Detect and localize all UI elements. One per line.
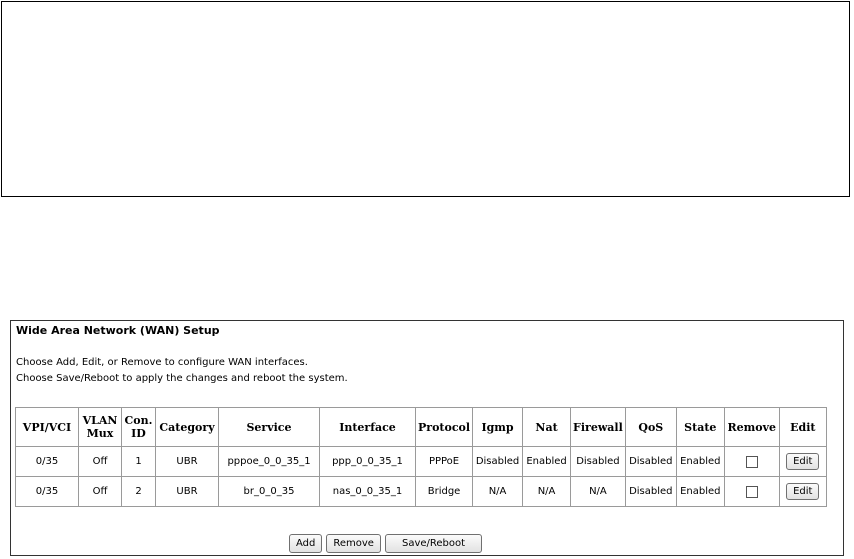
cell-service: br_0_0_35	[218, 476, 320, 507]
header-edit: Edit	[778, 407, 827, 447]
cell-vlan-mux: Off	[78, 446, 122, 477]
header-service: Service	[218, 407, 320, 447]
header-interface: Interface	[319, 407, 416, 447]
save-reboot-button[interactable]: Save/Reboot	[384, 534, 483, 553]
cell-interface: nas_0_0_35_1	[319, 476, 416, 507]
header-qos: QoS	[624, 407, 677, 447]
cell-con-id: 2	[121, 476, 156, 507]
cell-firewall: Disabled	[570, 446, 626, 477]
cell-category: UBR	[155, 476, 219, 507]
cell-state: Enabled	[675, 476, 725, 507]
cell-remove	[723, 476, 780, 507]
cell-edit: Edit	[778, 446, 827, 477]
instructions-line-2: Choose Save/Reboot to apply the changes …	[16, 373, 348, 384]
wan-setup-panel: Wide Area Network (WAN) Setup Choose Add…	[10, 320, 844, 556]
cell-service: pppoe_0_0_35_1	[218, 446, 320, 477]
cell-qos: Disabled	[624, 476, 677, 507]
cell-vpi-vci: 0/35	[15, 446, 79, 477]
table-row: 0/35 Off 2 UBR br_0_0_35 nas_0_0_35_1 Br…	[15, 476, 827, 507]
remove-button[interactable]: Remove	[326, 534, 381, 553]
header-category: Category	[155, 407, 219, 447]
cell-vlan-mux: Off	[78, 476, 122, 507]
edit-button[interactable]: Edit	[786, 453, 820, 470]
cell-protocol: Bridge	[414, 476, 474, 507]
header-vpi-vci: VPI/VCI	[15, 407, 79, 447]
table-header-row: VPI/VCI VLAN Mux Con. ID Category Servic…	[15, 407, 827, 447]
header-con-id: Con. ID	[121, 407, 156, 447]
cell-interface: ppp_0_0_35_1	[319, 446, 416, 477]
wan-interfaces-table: VPI/VCI VLAN Mux Con. ID Category Servic…	[15, 407, 827, 507]
header-con-id-line1: Con.	[124, 414, 153, 427]
cell-con-id: 1	[121, 446, 156, 477]
header-vlan-mux-line1: VLAN	[82, 414, 118, 427]
header-vlan-mux-line2: Mux	[86, 427, 114, 440]
empty-frame	[1, 1, 850, 197]
cell-state: Enabled	[675, 446, 725, 477]
header-protocol: Protocol	[414, 407, 474, 447]
table-row: 0/35 Off 1 UBR pppoe_0_0_35_1 ppp_0_0_35…	[15, 446, 827, 477]
instructions-line-1: Choose Add, Edit, or Remove to configure…	[16, 357, 308, 368]
cell-edit: Edit	[778, 476, 827, 507]
cell-remove	[723, 446, 780, 477]
header-remove: Remove	[723, 407, 780, 447]
header-state: State	[675, 407, 725, 447]
remove-checkbox[interactable]	[745, 455, 758, 468]
remove-checkbox[interactable]	[745, 485, 758, 498]
add-button[interactable]: Add	[289, 534, 323, 553]
cell-igmp: N/A	[472, 476, 524, 507]
header-vlan-mux: VLAN Mux	[78, 407, 122, 447]
cell-firewall: N/A	[570, 476, 626, 507]
edit-button[interactable]: Edit	[786, 483, 820, 500]
page-title: Wide Area Network (WAN) Setup	[16, 324, 220, 337]
header-nat: Nat	[522, 407, 572, 447]
action-buttons: Add Remove Save/Reboot	[289, 531, 486, 553]
header-firewall: Firewall	[570, 407, 626, 447]
cell-vpi-vci: 0/35	[15, 476, 79, 507]
cell-category: UBR	[155, 446, 219, 477]
header-igmp: Igmp	[472, 407, 524, 447]
cell-qos: Disabled	[624, 446, 677, 477]
cell-protocol: PPPoE	[414, 446, 474, 477]
cell-nat: N/A	[522, 476, 572, 507]
cell-igmp: Disabled	[472, 446, 524, 477]
header-con-id-line2: ID	[131, 427, 146, 440]
cell-nat: Enabled	[522, 446, 572, 477]
